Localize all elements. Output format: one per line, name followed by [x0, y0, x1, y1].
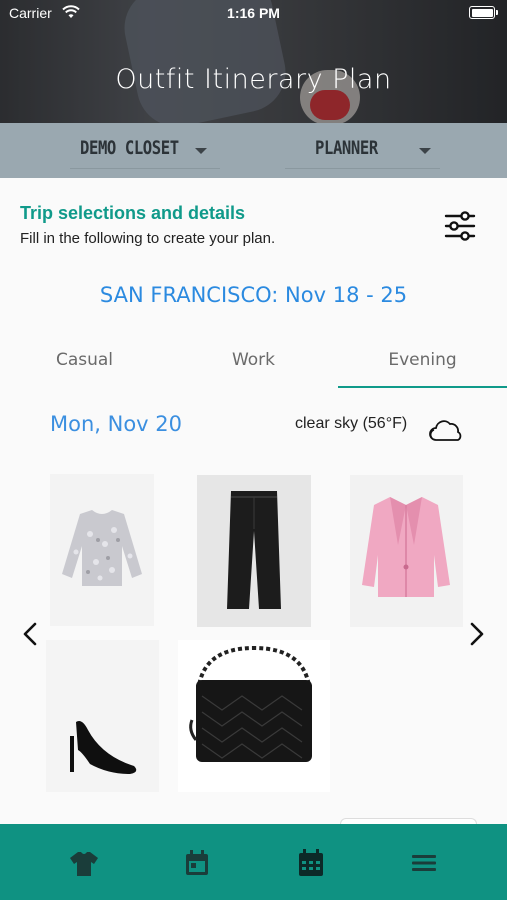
tab-evening[interactable]: Evening — [338, 343, 507, 389]
sequin-top-image[interactable] — [50, 474, 154, 626]
tab-casual[interactable]: Casual — [0, 343, 169, 389]
page-title: Outfit Itinerary Plan — [115, 64, 392, 95]
status-bar: Carrier 1:16 PM — [0, 0, 507, 28]
section-title: Trip selections and details — [20, 203, 246, 223]
main-content: Trip selections and details Fill in the … — [0, 178, 507, 824]
active-tab-indicator — [338, 386, 507, 388]
shirt-icon[interactable] — [68, 848, 100, 878]
tab-work[interactable]: Work — [169, 343, 338, 389]
pink-blazer-image[interactable] — [350, 475, 463, 627]
chevron-right-icon[interactable] — [468, 621, 486, 647]
calendar-grid-icon[interactable] — [295, 848, 327, 878]
selector-bar: DEMO CLOSET PLANNER — [0, 123, 507, 178]
chevron-down-icon — [419, 148, 431, 154]
occasion-tabs: Casual Work Evening — [0, 343, 507, 389]
black-heels-image[interactable] — [46, 640, 159, 792]
black-trousers-image[interactable] — [197, 475, 311, 627]
mode-selector-label: PLANNER — [315, 137, 378, 159]
calendar-icon[interactable] — [181, 848, 213, 878]
bottom-tab-bar — [0, 824, 507, 900]
section-subtitle: Fill in the following to create your pla… — [20, 230, 276, 247]
day-label: Mon, Nov 20 — [50, 412, 183, 436]
trip-title[interactable]: SAN FRANCISCO: Nov 18 - 25 — [0, 283, 507, 307]
mode-selector[interactable]: PLANNER — [285, 135, 440, 169]
sliders-icon[interactable] — [444, 211, 476, 241]
chevron-down-icon — [195, 148, 207, 154]
cloud-icon — [429, 420, 462, 441]
battery-icon — [469, 6, 498, 19]
menu-icon[interactable] — [408, 848, 440, 878]
clock-time: 1:16 PM — [227, 5, 280, 21]
black-quilted-bag-image[interactable] — [178, 640, 330, 792]
closet-selector-label: DEMO CLOSET — [80, 137, 179, 159]
chevron-left-icon[interactable] — [21, 621, 39, 647]
weather-text: clear sky (56°F) — [295, 415, 408, 432]
closet-selector[interactable]: DEMO CLOSET — [70, 135, 220, 169]
